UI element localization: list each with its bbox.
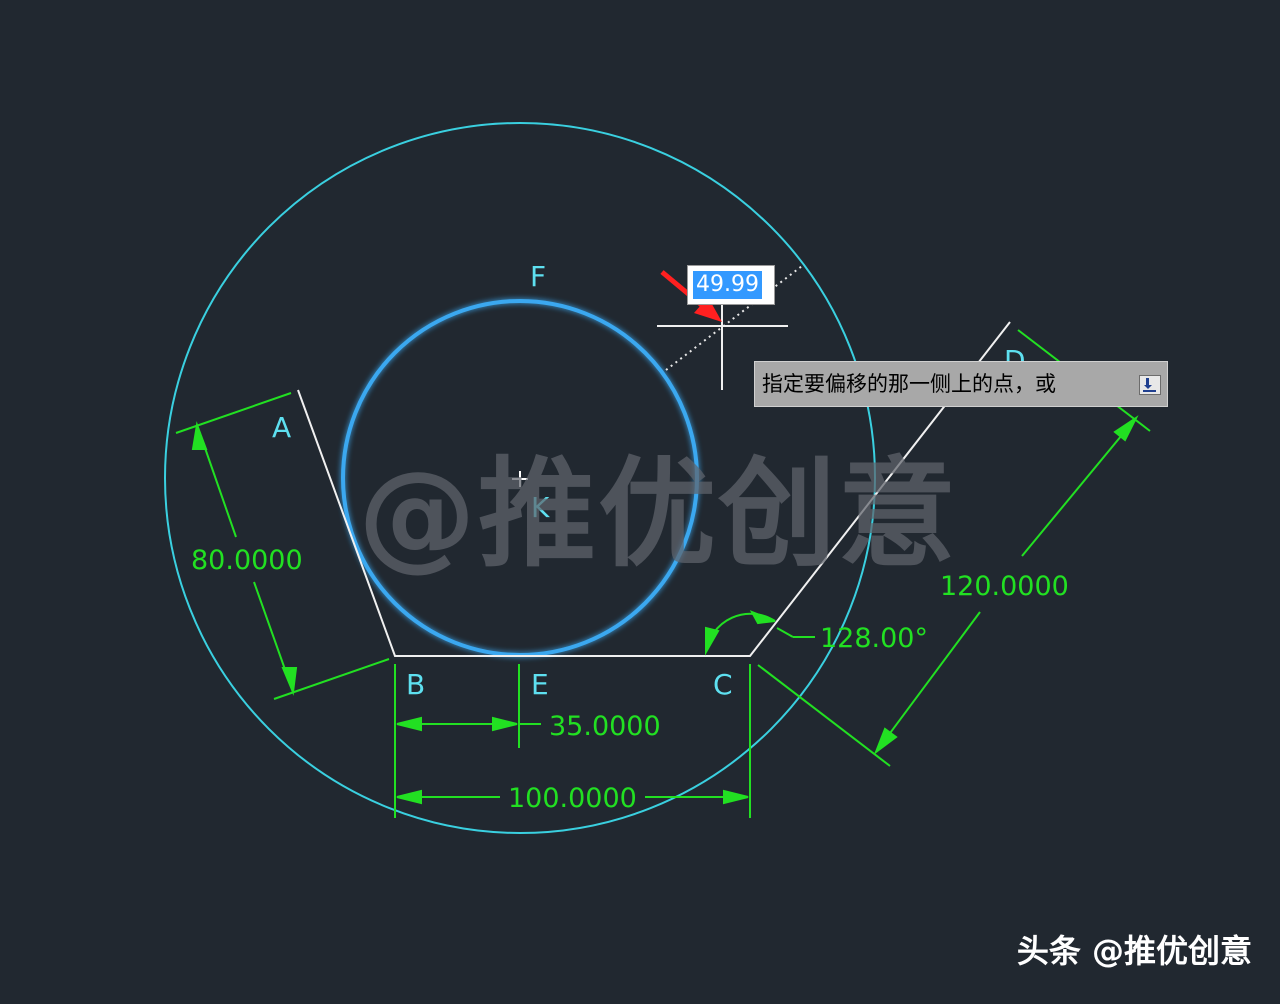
dim-text-be: 35.0000 bbox=[549, 711, 661, 742]
point-label-c: C bbox=[713, 668, 733, 701]
point-label-e: E bbox=[531, 668, 549, 701]
dim-text-cd: 120.0000 bbox=[940, 571, 1069, 602]
dimension-angle-c[interactable] bbox=[705, 610, 815, 656]
point-label-k: K bbox=[531, 491, 550, 524]
offset-distance-value: 49.99 bbox=[693, 271, 762, 299]
point-label-f: F bbox=[530, 260, 546, 293]
dim-text-bc: 100.0000 bbox=[508, 783, 637, 814]
credit-text: 头条 @推优创意 bbox=[1016, 932, 1252, 970]
drawing-canvas[interactable]: 80.0000 35.0000 100.0000 120.0000 128.00… bbox=[0, 0, 1280, 1000]
command-prompt-tooltip: 指定要偏移的那一侧上的点，或 bbox=[754, 361, 1168, 407]
offset-distance-input[interactable]: 49.99 bbox=[687, 265, 775, 305]
tooltip-prompt-text: 指定要偏移的那一侧上的点，或 bbox=[762, 372, 1056, 396]
point-label-a: A bbox=[272, 411, 291, 444]
point-label-b: B bbox=[406, 668, 425, 701]
dim-text-ab: 80.0000 bbox=[191, 545, 303, 576]
center-mark bbox=[512, 471, 528, 487]
dim-text-angle: 128.00° bbox=[820, 623, 928, 654]
dropdown-arrow-icon[interactable] bbox=[1139, 375, 1161, 395]
